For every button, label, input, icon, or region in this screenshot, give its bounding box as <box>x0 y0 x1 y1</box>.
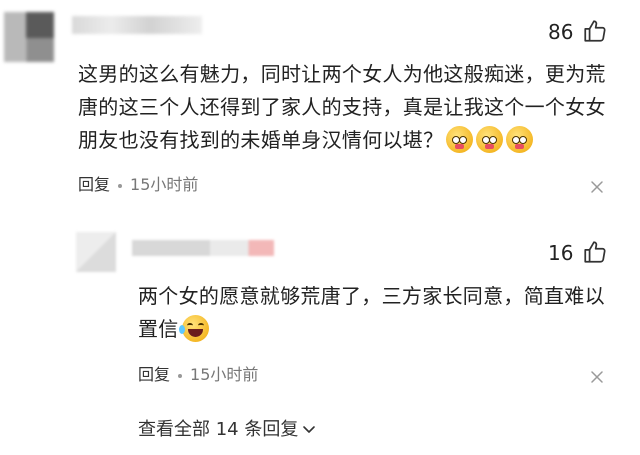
reply-avatar[interactable] <box>76 232 116 272</box>
commenter-avatar[interactable] <box>4 12 54 62</box>
reply-timestamp: 15小时前 <box>190 365 259 384</box>
comment-timestamp: 15小时前 <box>130 175 199 194</box>
reply-name-blurred[interactable] <box>132 240 274 256</box>
shy-emoji-icon <box>446 126 474 153</box>
close-icon[interactable] <box>590 180 604 194</box>
comment-like-count: 86 <box>548 20 574 44</box>
comment-body: 这男的这么有魅力，同时让两个女人为他这般痴迷，更为荒唐的这三个人还得到了家人的支… <box>78 58 608 157</box>
comment-meta: 回复 15小时前 <box>78 177 198 193</box>
comment-reply-button[interactable]: 回复 <box>78 175 110 194</box>
shy-emoji-icon <box>506 126 534 153</box>
commenter-name-blurred[interactable] <box>72 16 202 34</box>
close-icon[interactable] <box>590 370 604 384</box>
reply-meta: 回复 15小时前 <box>138 367 258 383</box>
thumbs-up-icon[interactable] <box>582 18 608 44</box>
reply-reply-button[interactable]: 回复 <box>138 365 170 384</box>
view-all-replies-link[interactable]: 查看全部 14 条回复 <box>138 421 316 439</box>
reply-body: 两个女的愿意就够荒唐了，三方家长同意，简直难以置信 <box>138 280 610 346</box>
view-all-replies-label: 查看全部 14 条回复 <box>138 419 299 440</box>
chevron-down-icon <box>298 419 316 440</box>
meta-separator-dot <box>118 183 123 188</box>
thumbs-up-icon[interactable] <box>582 239 608 265</box>
shy-emoji-icon <box>476 126 504 153</box>
reply-like-count: 16 <box>548 241 574 265</box>
laugh-cry-emoji-icon <box>178 315 209 342</box>
meta-separator-dot <box>178 373 183 378</box>
